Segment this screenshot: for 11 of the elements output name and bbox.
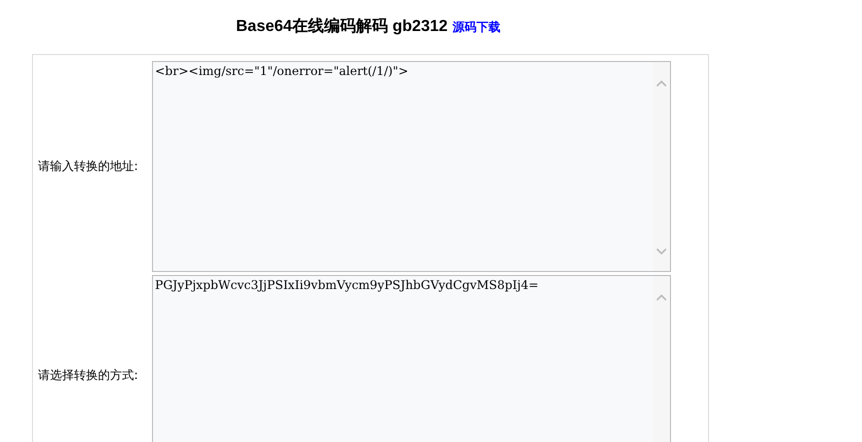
- scroll-up-icon[interactable]: [656, 294, 667, 301]
- text-area[interactable]: PGJyPjxpbWcvc3JjPSIxIi9vbmVycm9yPSJhbGVydCgvMS8pIj4=: [152, 275, 671, 442]
- page-title: Base64在线编码解码 gb2312: [236, 18, 448, 35]
- scrollbar[interactable]: [653, 276, 670, 442]
- scroll-down-icon[interactable]: [656, 248, 667, 255]
- source-download-link[interactable]: 源码下载: [452, 20, 501, 34]
- scroll-up-icon[interactable]: [656, 80, 667, 87]
- text-area[interactable]: <br><img/src="1"/onerror="alert(/1/)">: [152, 61, 671, 272]
- field-label: 请输入转换的地址:: [37, 158, 140, 175]
- field-label: 请选择转换的方式:: [37, 366, 140, 384]
- scrollbar[interactable]: [653, 62, 670, 271]
